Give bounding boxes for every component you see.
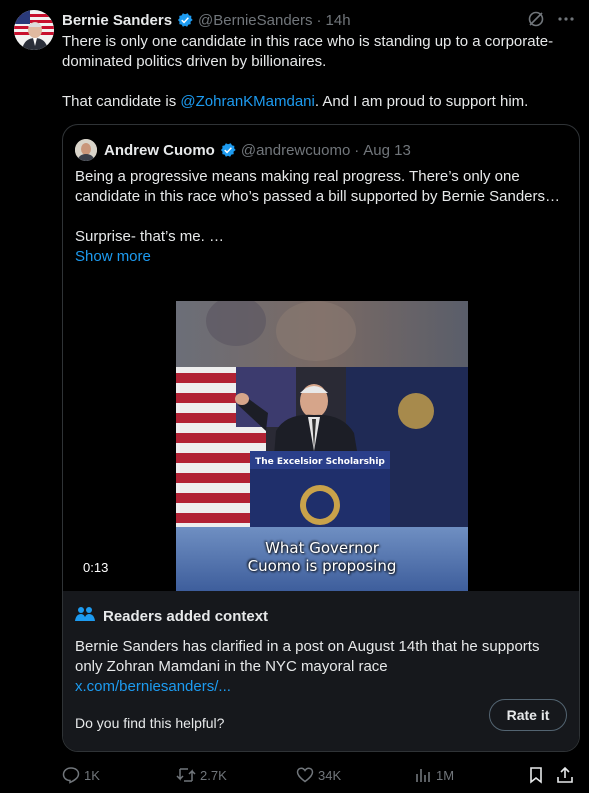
like-icon [296, 766, 314, 784]
podium-sign-text: The Excelsior Scholarship [255, 457, 385, 467]
verified-icon[interactable] [176, 11, 194, 29]
post-text-line1: There is only one candidate in this race… [62, 33, 554, 70]
quoted-body: Being a progressive means making real pr… [75, 167, 565, 267]
quoted-author-avatar[interactable] [75, 139, 97, 161]
views-button[interactable]: 1M [414, 766, 528, 784]
like-button[interactable]: 34K [296, 766, 414, 784]
helpful-question: Do you find this helpful? [75, 715, 225, 731]
post-text-suffix: . And I am proud to support him. [314, 93, 529, 110]
community-note-link[interactable]: x.com/berniesanders/... [75, 677, 565, 697]
separator-dot: · [354, 141, 360, 159]
quoted-text-1: Being a progressive means making real pr… [75, 168, 561, 205]
action-bar: 1K 2.7K 34K 1M [62, 764, 582, 786]
quoted-date[interactable]: Aug 13 [363, 142, 411, 159]
repost-button[interactable]: 2.7K [176, 766, 296, 784]
mention-link[interactable]: @ZohranKMamdani [180, 93, 314, 110]
reply-icon [62, 766, 80, 784]
share-icon [556, 766, 574, 784]
community-note-header: Readers added context [75, 605, 268, 627]
reply-button[interactable]: 1K [62, 766, 176, 784]
post-time[interactable]: 14h [326, 12, 351, 29]
community-note-body: Bernie Sanders has clarified in a post o… [75, 637, 565, 697]
post-text-line2: That candidate is @ZohranKMamdani. And I… [62, 92, 577, 112]
tweet: Bernie Sanders @BernieSanders · 14h Ther… [0, 0, 589, 793]
share-button[interactable] [556, 766, 576, 784]
author-name[interactable]: Bernie Sanders [62, 12, 172, 29]
quoted-header: Andrew Cuomo @andrewcuomo · Aug 13 [104, 140, 411, 160]
community-note-title: Readers added context [103, 607, 269, 625]
quoted-post[interactable]: Andrew Cuomo @andrewcuomo · Aug 13 Being… [62, 124, 580, 752]
author-handle[interactable]: @BernieSanders [198, 12, 312, 29]
video-duration: 0:13 [75, 558, 117, 577]
post-text-prefix: That candidate is [62, 93, 181, 110]
grok-icon[interactable] [527, 10, 545, 33]
video-caption: What Governor Cuomo is proposing [176, 539, 468, 575]
separator-dot: · [316, 11, 322, 29]
bookmark-icon [528, 766, 544, 784]
bookmark-button[interactable] [528, 766, 556, 784]
top-actions [527, 10, 575, 33]
like-count: 34K [318, 767, 342, 783]
caption-line1: What Governor [265, 539, 379, 557]
verified-icon[interactable] [219, 141, 237, 159]
quoted-author-handle[interactable]: @andrewcuomo [241, 142, 350, 159]
quoted-author-name[interactable]: Andrew Cuomo [104, 142, 215, 159]
quoted-text-2: Surprise- that’s me. … [75, 228, 224, 245]
show-more-link[interactable]: Show more [75, 248, 151, 265]
caption-line2: Cuomo is proposing [247, 557, 397, 575]
author-avatar[interactable] [14, 10, 54, 50]
more-icon[interactable] [557, 10, 575, 33]
people-icon [75, 605, 95, 627]
post-body: There is only one candidate in this race… [62, 32, 577, 112]
video-player[interactable]: The Excelsior Scholarship What Governor … [63, 301, 579, 591]
rate-it-button[interactable]: Rate it [489, 699, 567, 731]
reply-count: 1K [84, 767, 100, 783]
repost-count: 2.7K [200, 767, 227, 783]
views-icon [414, 766, 432, 784]
community-note-text: Bernie Sanders has clarified in a post o… [75, 638, 540, 675]
community-note: Readers added context Bernie Sanders has… [63, 591, 579, 751]
video-frame[interactable]: The Excelsior Scholarship What Governor … [176, 301, 468, 591]
repost-icon [176, 766, 196, 784]
post-header: Bernie Sanders @BernieSanders · 14h [62, 10, 351, 30]
views-count: 1M [436, 767, 455, 783]
